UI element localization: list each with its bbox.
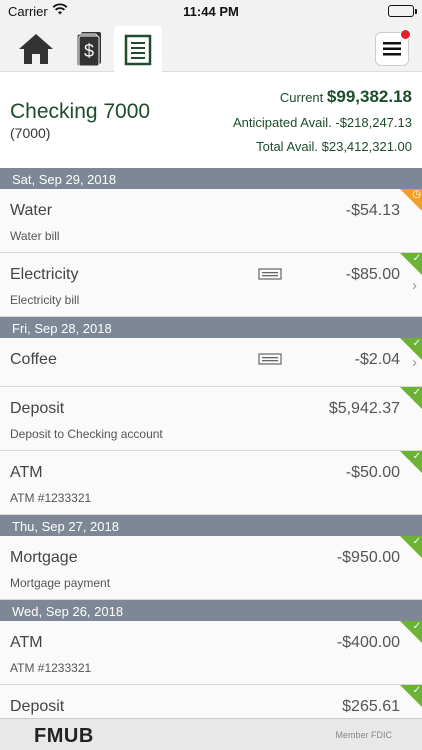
account-summary: Checking 7000 (7000) Current $99,382.18 … xyxy=(0,72,422,168)
chevron-right-icon: › xyxy=(412,277,417,294)
txn-desc: ATM #1233321 xyxy=(10,491,92,505)
date-header: Thu, Sep 27, 2018 xyxy=(0,515,422,536)
txn-amount: -$85.00 xyxy=(345,266,400,283)
txn-amount: $265.61 xyxy=(342,698,400,715)
account-name: Checking 7000 xyxy=(10,100,151,123)
accounts-tab[interactable]: $ xyxy=(64,26,112,72)
txn-name: Deposit xyxy=(10,698,65,715)
transaction-row[interactable]: Water Water bill -$54.13 ◷ xyxy=(0,189,422,253)
date-header: Sat, Sep 29, 2018 xyxy=(0,168,422,189)
transaction-row[interactable]: Deposit Deposit to Checking account $5,9… xyxy=(0,387,422,451)
current-balance: Current $99,382.18 xyxy=(280,87,412,107)
top-nav: $ xyxy=(0,22,422,73)
total-balance: Total Avail. $23,412,321.00 xyxy=(256,139,412,154)
transaction-row[interactable]: Coffee -$2.04 ✓ › xyxy=(0,338,422,387)
hamburger-icon xyxy=(383,42,401,56)
receipt-image-icon[interactable] xyxy=(258,352,282,370)
txn-amount: -$54.13 xyxy=(345,202,400,219)
receipt-image-icon[interactable] xyxy=(258,267,282,285)
txn-desc: Deposit to Checking account xyxy=(10,427,163,441)
footer: FMUB Member FDIC xyxy=(0,718,422,750)
account-number: (7000) xyxy=(10,125,51,141)
transaction-list: Sat, Sep 29, 2018 Water Water bill -$54.… xyxy=(0,168,422,749)
txn-name: ATM xyxy=(10,464,43,481)
notification-badge xyxy=(400,29,411,40)
transaction-row[interactable]: ATM ATM #1233321 -$50.00 ✓ xyxy=(0,451,422,515)
transaction-row[interactable]: ATM ATM #1233321 -$400.00 ✓ xyxy=(0,621,422,685)
txn-desc: Mortgage payment xyxy=(10,576,111,590)
clock: 11:44 PM xyxy=(183,4,239,19)
current-label: Current xyxy=(279,90,324,105)
txn-desc: Electricity bill xyxy=(10,293,80,307)
current-value: $99,382.18 xyxy=(326,87,412,106)
battery-icon xyxy=(388,5,417,17)
brand-logo: FMUB xyxy=(34,725,94,747)
txn-amount: -$50.00 xyxy=(345,464,400,481)
transaction-row[interactable]: Electricity Electricity bill -$85.00 ✓ › xyxy=(0,253,422,317)
transactions-tab[interactable] xyxy=(114,26,162,73)
txn-desc: ATM #1233321 xyxy=(10,661,92,675)
fdic-label: Member FDIC xyxy=(335,730,392,740)
date-header: Fri, Sep 28, 2018 xyxy=(0,317,422,338)
txn-name: Electricity xyxy=(10,266,79,283)
txn-name: Mortgage xyxy=(10,549,78,566)
home-tab[interactable] xyxy=(12,26,60,72)
transaction-row[interactable]: Mortgage Mortgage payment -$950.00 ✓ xyxy=(0,536,422,600)
txn-amount: $5,942.37 xyxy=(328,400,400,417)
txn-name: ATM xyxy=(10,634,43,651)
money-stack-icon: $ xyxy=(76,32,101,67)
menu-button[interactable] xyxy=(372,29,412,69)
txn-name: Water xyxy=(10,202,53,219)
svg-text:$: $ xyxy=(84,41,94,61)
txn-name: Coffee xyxy=(10,351,57,368)
anticipated-balance: Anticipated Avail. -$218,247.13 xyxy=(232,115,412,130)
status-bar: Carrier 11:44 PM xyxy=(0,0,422,22)
txn-name: Deposit xyxy=(10,400,65,417)
chevron-right-icon: › xyxy=(412,354,417,371)
txn-desc: Water bill xyxy=(10,229,60,243)
txn-amount: -$400.00 xyxy=(336,634,400,651)
txn-amount: -$950.00 xyxy=(336,549,400,566)
home-icon xyxy=(19,34,53,64)
ledger-icon xyxy=(124,34,152,65)
date-header: Wed, Sep 26, 2018 xyxy=(0,600,422,621)
txn-amount: -$2.04 xyxy=(354,351,400,368)
